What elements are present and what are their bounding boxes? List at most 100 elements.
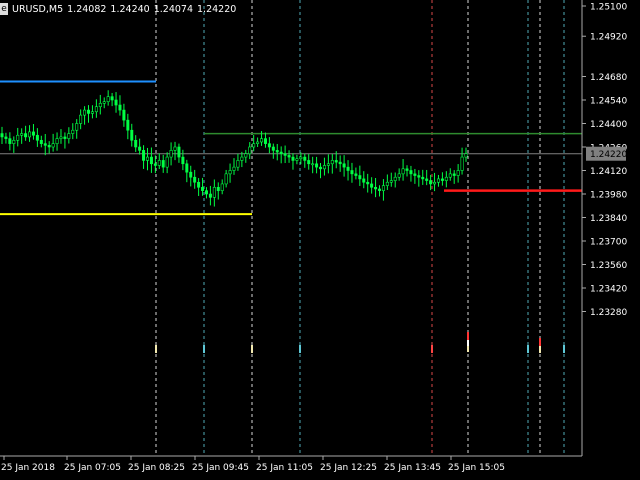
candle-body — [8, 138, 12, 144]
candle-body — [106, 96, 110, 102]
candle-body — [322, 165, 326, 170]
candle-body — [12, 139, 16, 144]
candle-body — [59, 136, 63, 139]
candle-body — [311, 163, 315, 166]
candle-body — [295, 158, 299, 161]
candle-body — [197, 181, 201, 188]
candle-body — [393, 176, 397, 181]
candle-body — [279, 151, 283, 155]
x-tick-label: 25 Jan 13:45 — [384, 463, 441, 473]
candle-body — [338, 161, 342, 165]
candle-body — [452, 173, 456, 176]
signal-marker — [299, 345, 301, 353]
x-tick-label: 25 Jan 15:05 — [448, 463, 505, 473]
candle-body — [201, 186, 205, 191]
candle-body — [248, 146, 252, 155]
candle-body — [389, 180, 393, 183]
candle-body — [118, 104, 122, 111]
signal-marker — [467, 346, 469, 352]
y-tick-label: 1.25100 — [590, 3, 627, 13]
candle-body — [193, 176, 197, 183]
candle-body — [299, 156, 303, 160]
signal-marker — [431, 345, 433, 353]
signal-marker — [467, 332, 469, 340]
signal-markers — [155, 332, 565, 353]
candle-body — [397, 173, 401, 178]
candle-body — [346, 166, 350, 171]
candle-body — [165, 156, 169, 168]
candle-body — [208, 193, 212, 198]
candle-body — [138, 146, 142, 151]
candles — [0, 90, 468, 207]
x-tick-label: 25 Jan 08:25 — [128, 463, 185, 473]
x-tick-label: 25 Jan 11:05 — [256, 463, 313, 473]
candle-body — [157, 160, 161, 166]
signal-marker — [467, 340, 469, 346]
candle-body — [464, 153, 468, 158]
candle-body — [448, 173, 452, 178]
candle-body — [67, 133, 71, 139]
candle-body — [303, 156, 307, 161]
candle-body — [24, 133, 28, 138]
candle-body — [413, 173, 417, 176]
candle-body — [330, 160, 334, 165]
candle-body — [381, 185, 385, 191]
level-lines — [0, 80, 582, 216]
candle-body — [267, 143, 271, 148]
period-separators — [155, 0, 565, 456]
candle-body — [283, 153, 287, 156]
x-tick-label: 25 Jan 2018 — [1, 463, 55, 473]
signal-marker — [539, 346, 541, 353]
candle-body — [110, 96, 114, 101]
candle-body — [374, 186, 378, 190]
candle-body — [94, 106, 98, 113]
candle-body — [334, 160, 338, 163]
y-tick-label: 1.23980 — [590, 191, 627, 201]
x-tick-label: 25 Jan 09:45 — [192, 463, 249, 473]
candle-body — [362, 178, 366, 183]
candle-body — [224, 173, 228, 185]
candle-body — [55, 138, 59, 144]
candle-body — [256, 141, 260, 144]
y-tick-label: 1.23280 — [590, 308, 627, 318]
candle-body — [43, 143, 47, 146]
candle-body — [0, 133, 4, 138]
candle-body — [263, 138, 267, 144]
signal-marker — [155, 345, 157, 353]
candle-body — [377, 188, 381, 191]
candle-body — [244, 153, 248, 158]
y-tick-label: 1.23840 — [590, 214, 627, 224]
candle-body — [417, 175, 421, 178]
candle-body — [177, 146, 181, 158]
x-tick-label: 25 Jan 07:05 — [64, 463, 121, 473]
candle-body — [236, 160, 240, 168]
candle-body — [169, 150, 173, 158]
candle-body — [212, 186, 216, 198]
y-tick-label: 1.24920 — [590, 33, 627, 43]
candle-body — [153, 163, 157, 166]
candle-body — [71, 129, 75, 134]
price-chart[interactable]: 1.25100 1.24920 1.24680 1.24540 1.24400 1.242… — [0, 0, 640, 480]
y-tick-label: 1.24540 — [590, 97, 627, 107]
candle-body — [220, 183, 224, 191]
candle-body — [401, 168, 405, 175]
candle-body — [63, 136, 67, 139]
candle-body — [87, 109, 91, 114]
candle-body — [20, 133, 24, 136]
candle-body — [149, 156, 153, 165]
candle-body — [405, 168, 409, 171]
candle-body — [39, 139, 43, 144]
x-tick-label: 25 Jan 12:25 — [320, 463, 377, 473]
candle-body — [319, 166, 323, 170]
candle-body — [307, 160, 311, 165]
candle-body — [252, 143, 256, 148]
candle-body — [79, 114, 83, 124]
candle-body — [440, 178, 444, 181]
candle-body — [145, 156, 149, 161]
candle-body — [28, 131, 32, 138]
candle-body — [444, 176, 448, 181]
candle-body — [134, 139, 138, 148]
candle-body — [260, 138, 264, 143]
candle-body — [185, 163, 189, 173]
candle-body — [326, 163, 330, 166]
